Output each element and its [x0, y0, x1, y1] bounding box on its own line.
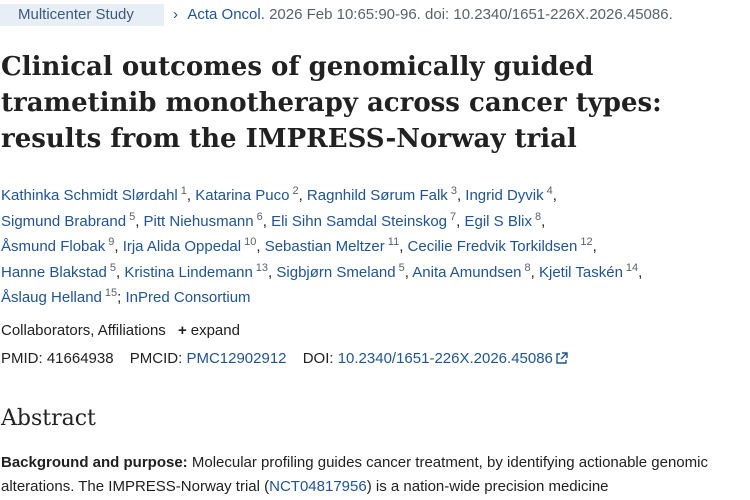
author-name[interactable]: Sigmund Brabrand [1, 213, 126, 230]
author-name[interactable]: Pitt Niehusmann [144, 213, 254, 230]
author-name[interactable]: Irja Alida Oppedal [123, 238, 241, 255]
pmid-label: PMID: [1, 350, 43, 367]
author-name[interactable]: InPred Consortium [126, 289, 251, 306]
author-row: Sigmund Brabrand 5, Pitt Niehusmann 6, Eli… [1, 205, 746, 231]
author-separator: , [552, 187, 557, 204]
author-name[interactable]: Sebastian Meltzer [265, 238, 385, 255]
affiliation-number[interactable]: 12 [580, 236, 592, 248]
author-separator: , [298, 187, 307, 204]
author-name[interactable]: Ragnhild Sørum Falk [307, 187, 448, 204]
external-link-icon [556, 352, 568, 364]
author-name[interactable]: Sigbjørn Smeland [276, 264, 395, 281]
citation-text: 2026 Feb 10:65:90-96. doi: 10.2340/1651-… [269, 6, 673, 23]
author-separator: ; [117, 289, 126, 306]
author-row: Kathinka Schmidt Slørdahl 1, Katarina Puc… [1, 179, 746, 205]
author-separator: , [638, 263, 643, 281]
author-separator: , [541, 212, 546, 230]
chevron-right-icon: › [173, 6, 178, 23]
author-name[interactable]: Katarina Puco [195, 187, 289, 204]
pmcid-label: PMCID: [129, 350, 183, 367]
background-label: Background and purpose: [1, 454, 188, 471]
abstract-text: Background and purpose: Molecular profil… [1, 451, 746, 499]
author-separator: , [530, 263, 539, 281]
author-name[interactable]: Ingrid Dyvik [465, 187, 543, 204]
author-row: Åsmund Flobak 9, Irja Alida Oppedal 10, Se… [1, 230, 746, 256]
expand-label: expand [190, 322, 240, 339]
author-separator: , [114, 238, 123, 255]
author-name[interactable]: Kathinka Schmidt Slørdahl [1, 187, 178, 204]
doi-label: DOI: [302, 350, 334, 367]
article-title: Clinical outcomes of genomically guided … [1, 52, 662, 154]
author-name[interactable]: Egil S Blix [464, 213, 532, 230]
author-separator: , [262, 212, 272, 230]
author-name[interactable]: Hanne Blakstad [1, 264, 107, 281]
affiliation-number[interactable]: 10 [244, 236, 256, 248]
affiliation-number[interactable]: 14 [626, 262, 638, 274]
doi-value: 10.2340/1651-226X.2026.45086 [337, 350, 553, 367]
author-name[interactable]: Anita Amundsen [412, 264, 521, 281]
author-name[interactable]: Kjetil Taskén [539, 264, 623, 281]
author-row: Åslaug Helland 15; InPred Consortium [1, 281, 746, 307]
author-name[interactable]: Eli Sihn Samdal Steinskog [271, 213, 447, 230]
affiliation-number[interactable]: 15 [105, 287, 117, 299]
affiliation-number[interactable]: 11 [388, 236, 399, 248]
author-separator: , [186, 187, 196, 204]
pmid-value: 41664938 [46, 350, 114, 367]
author-name[interactable]: Åslaug Helland [1, 289, 102, 306]
collaborators-label: Collaborators, Affiliations [1, 322, 166, 339]
abstract-heading: Abstract [1, 406, 96, 431]
citation-bar: Multicenter Study › Acta Oncol. 2026 Feb… [0, 4, 750, 26]
expand-toggle[interactable]: + expand [170, 322, 240, 339]
abstract-text-part2: ) is a nation-wide precision medicine [366, 478, 609, 495]
author-row: Hanne Blakstad 5, Kristina Lindemann 13, S… [1, 256, 746, 282]
article-identifiers: PMID: 41664938 PMCID: PMC12902912 DOI: 1… [1, 348, 568, 370]
author-separator: , [399, 238, 408, 255]
author-name[interactable]: Cecilie Fredvik Torkildsen [408, 238, 578, 255]
author-name[interactable]: Åsmund Flobak [1, 238, 105, 255]
journal-citation: › Acta Oncol. 2026 Feb 10:65:90-96. doi:… [173, 4, 673, 26]
collaborators-affiliations: Collaborators, Affiliations + expand [1, 320, 240, 342]
affiliation-number[interactable]: 13 [256, 262, 268, 274]
author-name[interactable]: Kristina Lindemann [124, 264, 252, 281]
doi-link[interactable]: 10.2340/1651-226X.2026.45086 [338, 350, 568, 367]
journal-link[interactable]: Acta Oncol. [187, 6, 265, 23]
pmcid-link[interactable]: PMC12902912 [186, 350, 286, 367]
study-type-badge[interactable]: Multicenter Study [0, 4, 164, 26]
plus-icon: + [177, 322, 187, 339]
author-separator: , [256, 238, 265, 255]
author-separator: , [592, 238, 597, 255]
trial-id-link[interactable]: NCT04817956 [269, 478, 367, 495]
author-list: Kathinka Schmidt Slørdahl 1, Katarina Puc… [1, 179, 746, 307]
author-separator: , [135, 212, 144, 230]
